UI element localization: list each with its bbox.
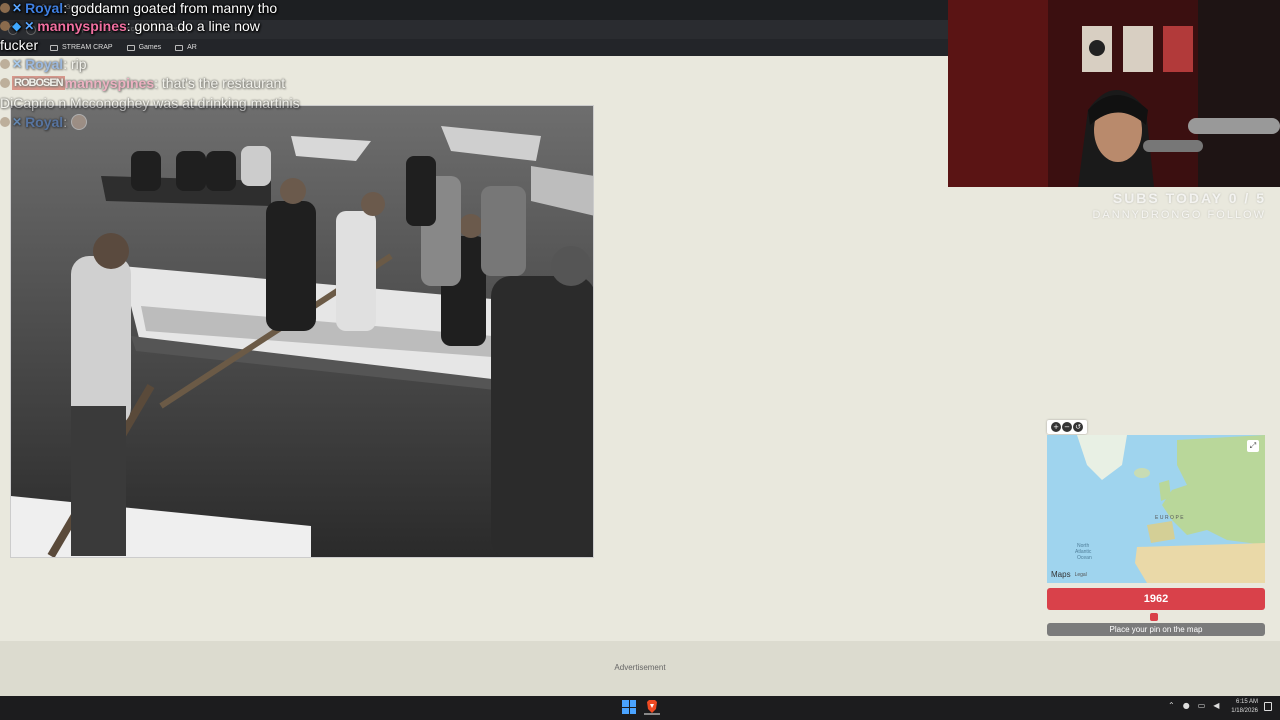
- year-slider[interactable]: [1047, 613, 1265, 621]
- chevron-up-icon[interactable]: ⌃: [1168, 701, 1175, 710]
- chat-text: : gonna do a line now: [126, 18, 260, 34]
- streamer-webcam: [948, 0, 1280, 187]
- avatar: [0, 21, 10, 31]
- system-tray: ⌃ ● ▭ ◀: [1168, 701, 1219, 710]
- volume-icon[interactable]: ◀: [1213, 701, 1219, 710]
- brave-browser-icon[interactable]: [644, 699, 660, 715]
- apple-maps-logo: Maps Legal: [1051, 570, 1087, 579]
- map-label-europe: EUROPE: [1155, 515, 1185, 521]
- avatar: [0, 59, 10, 69]
- avatar: [0, 117, 10, 127]
- map-toolbar: + − ↺: [1047, 420, 1087, 434]
- x-badge-icon: ✕: [12, 115, 23, 129]
- avatar: [0, 3, 10, 13]
- expand-map-icon[interactable]: ⤢: [1247, 440, 1259, 452]
- face-emote: [71, 114, 88, 130]
- reset-icon[interactable]: ↺: [1073, 422, 1083, 432]
- map-label-ocean: Ocean: [1077, 555, 1092, 561]
- subs-today-label: SUBS TODAY 0 / 5: [1112, 190, 1266, 206]
- chat-message: fucker: [0, 37, 38, 53]
- chat-username: Royal: [25, 0, 64, 16]
- year-slider-thumb[interactable]: [1149, 613, 1158, 621]
- zoom-out-icon[interactable]: −: [1062, 422, 1072, 432]
- microphone-icon[interactable]: ●: [1183, 701, 1190, 710]
- chat-text: DiCaprio n Mcconoghey was at drinking ma…: [0, 95, 300, 111]
- chat-text: : that's the restaurant: [154, 75, 286, 91]
- round-photo: [10, 105, 594, 558]
- notification-icon[interactable]: [1264, 702, 1272, 711]
- chat-text: : goddamn goated from manny tho: [63, 0, 278, 16]
- chat-username: Royal: [25, 56, 64, 72]
- avatar: [0, 78, 10, 88]
- chat-message: ◆ ✕ mannyspines : gonna do a line now: [0, 18, 260, 34]
- chat-message: ✕ Royal :: [0, 114, 88, 130]
- chat-username: mannyspines: [37, 18, 127, 34]
- windows-start-icon[interactable]: [622, 700, 636, 714]
- chat-text: :: [63, 114, 68, 130]
- cube-badge-icon: ◆: [12, 19, 22, 33]
- chat-message: ROBOSEN mannyspines : that's the restaur…: [0, 75, 285, 91]
- stream-chat-overlay: ✕ Royal : goddamn goated from manny tho …: [0, 0, 400, 140]
- chat-username: mannyspines: [64, 75, 155, 91]
- x-badge-icon: ✕: [24, 19, 35, 33]
- chat-message: DiCaprio n Mcconoghey was at drinking ma…: [0, 95, 300, 111]
- follow-label: DANNYDRONGO FOLLOW: [1092, 209, 1266, 221]
- robosen-emote: ROBOSEN: [12, 76, 65, 90]
- advertisement-label: Advertisement: [614, 663, 666, 672]
- year-display: 1962: [1047, 588, 1265, 610]
- chat-message: ✕ Royal : rip: [0, 56, 87, 72]
- taskbar-clock[interactable]: 6:15 AM 1/18/2026: [1231, 698, 1258, 716]
- place-pin-button[interactable]: Place your pin on the map: [1047, 623, 1265, 636]
- network-icon[interactable]: ▭: [1198, 701, 1206, 710]
- zoom-in-icon[interactable]: +: [1051, 422, 1061, 432]
- x-badge-icon: ✕: [12, 57, 23, 71]
- windows-taskbar: ⌃ ● ▭ ◀ 6:15 AM 1/18/2026: [0, 696, 1280, 720]
- x-badge-icon: ✕: [12, 1, 23, 15]
- stream-goal-overlay: SUBS TODAY 0 / 5 DANNYDRONGO FOLLOW: [1092, 190, 1266, 221]
- guess-map[interactable]: EUROPE North Atlantic Ocean ⤢ Maps Legal: [1047, 435, 1265, 583]
- chat-text: fucker: [0, 37, 39, 53]
- chat-username: Royal: [25, 114, 64, 130]
- chat-message: ✕ Royal : goddamn goated from manny tho: [0, 0, 277, 16]
- chat-text: : rip: [63, 56, 87, 72]
- legal-link[interactable]: Legal: [1075, 572, 1087, 578]
